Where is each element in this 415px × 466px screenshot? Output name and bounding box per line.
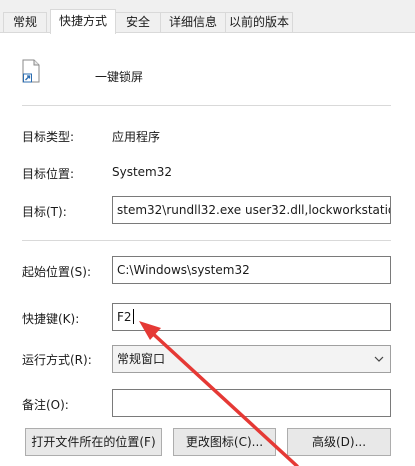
target-type-label: 目标类型: [22, 130, 75, 144]
open-file-location-button[interactable]: 打开文件所在的位置(F) [25, 428, 162, 456]
shortcut-key-field[interactable]: F2 [112, 303, 391, 331]
advanced-button[interactable]: 高级(D)... [287, 428, 391, 456]
tab-general[interactable]: 常规 [3, 12, 47, 33]
chevron-down-icon [374, 356, 384, 362]
shortcut-key-label: 快捷键(K): [22, 312, 80, 326]
tab-details[interactable]: 详细信息 [160, 12, 226, 33]
separator [22, 240, 391, 241]
run-label: 运行方式(R): [22, 353, 92, 367]
target-type-value: 应用程序 [112, 130, 161, 144]
change-icon-button[interactable]: 更改图标(C)... [173, 428, 276, 456]
target-field[interactable]: stem32\rundll32.exe user32.dll,lockworks… [112, 196, 391, 224]
start-in-label: 起始位置(S): [22, 265, 92, 279]
shortcut-file-icon [22, 59, 40, 83]
tab-previous-versions[interactable]: 以前的版本 [225, 12, 293, 33]
comment-field[interactable] [112, 389, 391, 417]
run-select-value: 常规窗口 [117, 352, 166, 366]
target-location-label: 目标位置: [22, 167, 75, 181]
tab-security[interactable]: 安全 [115, 12, 161, 33]
run-select[interactable]: 常规窗口 [112, 345, 391, 373]
shortcut-name: 一键锁屏 [95, 70, 144, 84]
tab-shortcut[interactable]: 快捷方式 [50, 9, 116, 34]
text-caret [132, 309, 134, 324]
shortcut-key-value: F2 [117, 310, 132, 324]
target-location-value: System32 [112, 165, 173, 179]
comment-label: 备注(O): [22, 398, 69, 412]
separator [22, 105, 391, 106]
start-in-field[interactable]: C:\Windows\system32 [112, 256, 391, 284]
target-label: 目标(T): [22, 205, 67, 219]
